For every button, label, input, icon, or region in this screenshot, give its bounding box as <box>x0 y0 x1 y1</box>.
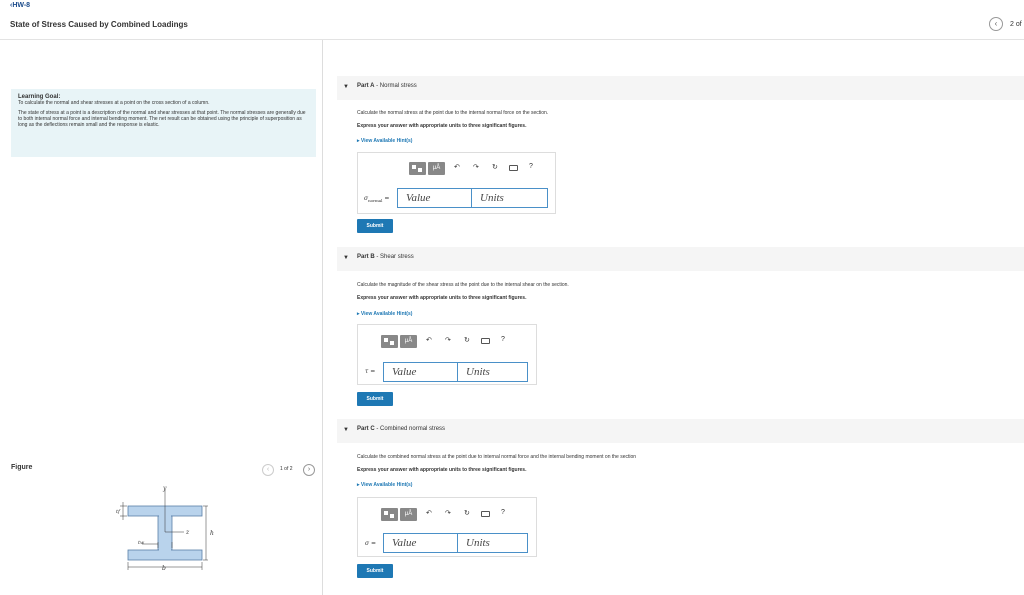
part-a-section: ▼ Part A - Normal stress Calculate the n… <box>337 76 1024 236</box>
undo-icon[interactable]: ↶ <box>426 336 432 344</box>
part-a-title: Part A - Normal stress <box>357 83 417 89</box>
keyboard-icon[interactable] <box>481 338 490 344</box>
part-c-var-symbol: σ <box>365 540 370 547</box>
part-b-answer-box: μÅ ↶ ↷ ↻ ? τ = Value Units <box>357 324 537 385</box>
part-c-instructions: Express your answer with appropriate uni… <box>357 467 527 473</box>
figure-label: Figure <box>11 464 33 471</box>
back-to-assignment-link[interactable]: ‹HW-8 <box>10 2 30 9</box>
part-c-hint-text: View Available Hint(s) <box>360 482 413 488</box>
part-c-answer-box: μÅ ↶ ↷ ↻ ? σ = Value Units <box>357 497 537 557</box>
keyboard-icon[interactable] <box>509 165 518 171</box>
figure-previous-button[interactable]: ‹ <box>262 464 274 476</box>
part-a-prefix: Part A <box>357 83 375 89</box>
templates-icon[interactable] <box>381 508 398 521</box>
undo-icon[interactable]: ↶ <box>426 509 432 517</box>
templates-icon[interactable] <box>409 162 426 175</box>
part-c-name: Combined normal stress <box>380 426 446 432</box>
part-a-value-input[interactable]: Value <box>397 188 472 208</box>
part-c-section: ▼ Part C - Combined normal stress Calcul… <box>337 419 1024 584</box>
units-button[interactable]: μÅ <box>400 508 417 521</box>
part-a-hint-link[interactable]: ▸ View Available Hint(s) <box>357 138 412 144</box>
part-c-submit-button[interactable]: Submit <box>357 564 393 578</box>
part-b-var-eq: = <box>370 368 376 375</box>
part-a-variable-label: σnormal = <box>364 195 389 203</box>
part-b-variable-label: τ = <box>365 368 375 375</box>
part-b-hint-text: View Available Hint(s) <box>360 311 413 317</box>
caret-down-icon: ▼ <box>343 255 349 261</box>
part-a-units-input[interactable]: Units <box>471 188 548 208</box>
item-pager: 2 of <box>1010 21 1022 28</box>
help-icon[interactable]: ? <box>529 163 533 170</box>
part-b-hint-link[interactable]: ▸ View Available Hint(s) <box>357 311 412 317</box>
part-b-title: Part B - Shear stress <box>357 254 414 260</box>
figure-next-button[interactable]: › <box>303 464 315 476</box>
reset-icon[interactable]: ↻ <box>464 509 470 517</box>
part-b-header[interactable]: ▼ Part B - Shear stress <box>337 247 1024 271</box>
redo-icon[interactable]: ↷ <box>445 336 451 344</box>
learning-goal-box: Learning Goal: To calculate the normal a… <box>11 89 316 157</box>
tf-label: tf <box>116 509 121 515</box>
part-b-question: Calculate the magnitude of the shear str… <box>357 282 569 288</box>
page-title: State of Stress Caused by Combined Loadi… <box>10 20 188 29</box>
caret-down-icon: ▼ <box>343 427 349 433</box>
keyboard-icon[interactable] <box>481 511 490 517</box>
web-joint-bottom <box>159 549 171 551</box>
reset-icon[interactable]: ↻ <box>464 336 470 344</box>
part-b-submit-button[interactable]: Submit <box>357 392 393 406</box>
part-c-question: Calculate the combined normal stress at … <box>357 454 637 460</box>
chevron-left-icon: ‹ <box>266 466 270 473</box>
figure-pager: 1 of 2 <box>280 466 293 472</box>
part-a-var-eq: = <box>384 195 390 202</box>
part-b-name: Shear stress <box>380 254 414 260</box>
part-b-value-input[interactable]: Value <box>383 362 458 382</box>
part-c-title: Part C - Combined normal stress <box>357 426 446 432</box>
previous-item-button[interactable]: ‹ <box>989 17 1003 31</box>
units-button[interactable]: μÅ <box>400 335 417 348</box>
part-c-variable-label: σ = <box>365 540 376 547</box>
part-b-section: ▼ Part B - Shear stress Calculate the ma… <box>337 247 1024 409</box>
undo-icon[interactable]: ↶ <box>454 163 460 171</box>
part-c-header[interactable]: ▼ Part C - Combined normal stress <box>337 419 1024 443</box>
part-c-hint-link[interactable]: ▸ View Available Hint(s) <box>357 482 412 488</box>
tw-label: tw <box>138 540 145 546</box>
caret-down-icon: ▼ <box>343 84 349 90</box>
b-label: b <box>162 565 166 572</box>
part-b-var-symbol: τ <box>365 368 369 375</box>
z-axis-label: z <box>185 529 190 536</box>
part-a-name: Normal stress <box>379 83 417 89</box>
part-b-instructions: Express your answer with appropriate uni… <box>357 295 527 301</box>
part-b-units-input[interactable]: Units <box>457 362 528 382</box>
help-icon[interactable]: ? <box>501 509 505 516</box>
reset-icon[interactable]: ↻ <box>492 163 498 171</box>
part-a-submit-button[interactable]: Submit <box>357 219 393 233</box>
h-label: h <box>210 530 214 537</box>
y-axis-label: y <box>162 486 167 492</box>
part-c-value-input[interactable]: Value <box>383 533 458 553</box>
part-c-units-input[interactable]: Units <box>457 533 528 553</box>
learning-goal-text: To calculate the normal and shear stress… <box>18 100 210 106</box>
chevron-right-icon: › <box>307 466 311 473</box>
part-a-answer-box: μÅ ↶ ↷ ↻ ? σnormal = Value Units <box>357 152 556 214</box>
part-a-header[interactable]: ▼ Part A - Normal stress <box>337 76 1024 100</box>
templates-icon[interactable] <box>381 335 398 348</box>
part-b-prefix: Part B <box>357 254 375 260</box>
part-c-var-eq: = <box>371 540 377 547</box>
bottom-flange <box>127 549 203 561</box>
top-header: ‹HW-8 State of Stress Caused by Combined… <box>0 0 1024 40</box>
part-a-question: Calculate the normal stress at the point… <box>357 110 549 116</box>
redo-icon[interactable]: ↷ <box>473 163 479 171</box>
i-beam-cross-section-figure: y z h tf tw b <box>116 486 214 572</box>
redo-icon[interactable]: ↷ <box>445 509 451 517</box>
part-c-prefix: Part C <box>357 426 375 432</box>
part-a-instructions: Express your answer with appropriate uni… <box>357 123 527 129</box>
units-button[interactable]: μÅ <box>428 162 445 175</box>
help-icon[interactable]: ? <box>501 336 505 343</box>
part-a-var-sub: normal <box>368 198 383 204</box>
chevron-left-icon: ‹ <box>994 19 998 28</box>
learning-goal-paragraph: The state of stress at a point is a desc… <box>18 110 306 128</box>
left-pane: Learning Goal: To calculate the normal a… <box>0 40 323 595</box>
part-a-hint-text: View Available Hint(s) <box>360 138 413 144</box>
